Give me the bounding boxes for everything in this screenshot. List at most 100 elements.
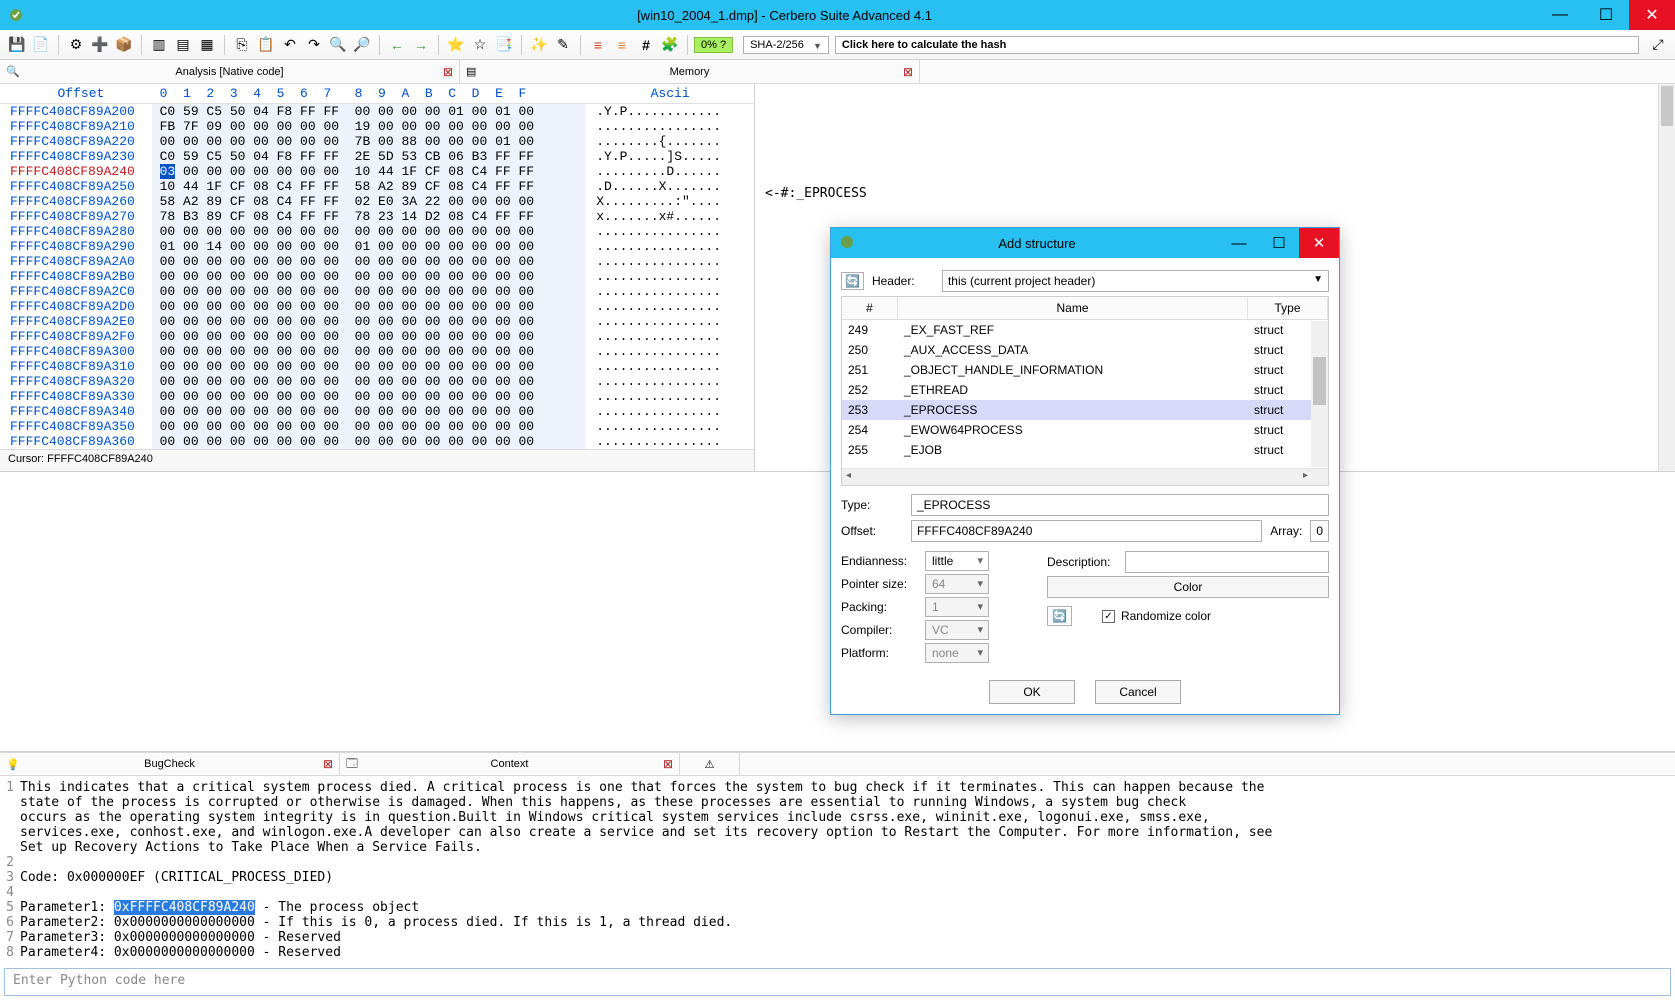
col-type[interactable]: Type bbox=[1248, 297, 1328, 319]
struct-row[interactable]: 252_ETHREADstruct bbox=[842, 380, 1328, 400]
hex-row[interactable]: FFFFC408CF89A330 00 00 00 00 00 00 00 00… bbox=[0, 389, 754, 404]
save-icon[interactable]: 💾 bbox=[6, 34, 28, 56]
struct-row[interactable]: 251_OBJECT_HANDLE_INFORMATIONstruct bbox=[842, 360, 1328, 380]
minimize-button[interactable]: — bbox=[1537, 0, 1583, 30]
hex-bytes[interactable]: 00 00 00 00 00 00 00 00 00 00 00 00 00 0… bbox=[152, 329, 586, 344]
desc-field[interactable] bbox=[1125, 551, 1329, 573]
struct-scrollbar[interactable] bbox=[1311, 321, 1328, 467]
tab-bugcheck[interactable]: 💡 BugCheck ⊠ bbox=[0, 753, 340, 775]
struct-row[interactable]: 255_EJOBstruct bbox=[842, 440, 1328, 460]
hex-row[interactable]: FFFFC408CF89A210 FB 7F 09 00 00 00 00 00… bbox=[0, 119, 754, 134]
hex-bytes[interactable]: 00 00 00 00 00 00 00 00 00 00 00 00 00 0… bbox=[152, 374, 586, 389]
tab-close-icon[interactable]: ⊠ bbox=[323, 757, 333, 771]
tab-analysis[interactable]: 🔍 Analysis [Native code] ⊠ bbox=[0, 60, 460, 83]
hex-row[interactable]: FFFFC408CF89A270 78 B3 89 CF 08 C4 FF FF… bbox=[0, 209, 754, 224]
hex-bytes[interactable]: 00 00 00 00 00 00 00 00 00 00 00 00 00 0… bbox=[152, 254, 586, 269]
tab-close-icon[interactable]: ⊠ bbox=[663, 757, 673, 771]
bookmark-add-icon[interactable]: ⭐ bbox=[445, 34, 467, 56]
hex-row[interactable]: FFFFC408CF89A350 00 00 00 00 00 00 00 00… bbox=[0, 419, 754, 434]
hex-row[interactable]: FFFFC408CF89A260 58 A2 89 CF 08 C4 FF FF… bbox=[0, 194, 754, 209]
offset-field[interactable]: FFFFC408CF89A240 bbox=[911, 520, 1262, 542]
dialog-close-button[interactable]: ✕ bbox=[1299, 228, 1339, 258]
hex-bytes[interactable]: 10 44 1F CF 08 C4 FF FF 58 A2 89 CF 08 C… bbox=[152, 179, 586, 194]
hex-row[interactable]: FFFFC408CF89A2D0 00 00 00 00 00 00 00 00… bbox=[0, 299, 754, 314]
hex-bytes[interactable]: 01 00 14 00 00 00 00 00 01 00 00 00 00 0… bbox=[152, 239, 586, 254]
box-icon[interactable]: 📦 bbox=[113, 34, 135, 56]
hex-row[interactable]: FFFFC408CF89A2A0 00 00 00 00 00 00 00 00… bbox=[0, 254, 754, 269]
hash-icon[interactable]: # bbox=[635, 34, 657, 56]
hex-bytes[interactable]: 00 00 00 00 00 00 00 00 00 00 00 00 00 0… bbox=[152, 434, 586, 449]
dialog-minimize-button[interactable]: — bbox=[1219, 228, 1259, 258]
hex-bytes[interactable]: 00 00 00 00 00 00 00 00 00 00 00 00 00 0… bbox=[152, 389, 586, 404]
pencil-icon[interactable]: ✎ bbox=[552, 34, 574, 56]
vertical-scrollbar[interactable] bbox=[1658, 84, 1675, 471]
hex-bytes[interactable]: 00 00 00 00 00 00 00 00 00 00 00 00 00 0… bbox=[152, 404, 586, 419]
header-select[interactable]: this (current project header) ▼ bbox=[942, 270, 1329, 292]
undo-icon[interactable]: ↶ bbox=[279, 34, 301, 56]
struct-hscrollbar[interactable] bbox=[842, 468, 1328, 485]
hex-row[interactable]: FFFFC408CF89A340 00 00 00 00 00 00 00 00… bbox=[0, 404, 754, 419]
nav-back-icon[interactable]: ← bbox=[386, 34, 408, 56]
hex-bytes[interactable]: 78 B3 89 CF 08 C4 FF FF 78 23 14 D2 08 C… bbox=[152, 209, 586, 224]
hex-bytes[interactable]: 58 A2 89 CF 08 C4 FF FF 02 E0 3A 22 00 0… bbox=[152, 194, 586, 209]
ok-button[interactable]: OK bbox=[989, 680, 1075, 704]
hex-row[interactable]: FFFFC408CF89A2E0 00 00 00 00 00 00 00 00… bbox=[0, 314, 754, 329]
col-name[interactable]: Name bbox=[898, 297, 1248, 319]
hex-bytes[interactable]: 00 00 00 00 00 00 00 00 7B 00 88 00 00 0… bbox=[152, 134, 586, 149]
randomize-color-check[interactable]: ✓ Randomize color bbox=[1102, 609, 1211, 623]
close-button[interactable]: ✕ bbox=[1629, 0, 1675, 30]
gear-icon[interactable]: ⚙ bbox=[65, 34, 87, 56]
python-input[interactable]: Enter Python code here bbox=[4, 968, 1671, 996]
array-field[interactable]: 0 bbox=[1310, 520, 1329, 542]
hex-row[interactable]: FFFFC408CF89A2B0 00 00 00 00 00 00 00 00… bbox=[0, 269, 754, 284]
tab-close-icon[interactable]: ⊠ bbox=[903, 65, 913, 79]
hex-row[interactable]: FFFFC408CF89A360 00 00 00 00 00 00 00 00… bbox=[0, 434, 754, 449]
hex-bytes[interactable]: 00 00 00 00 00 00 00 00 00 00 00 00 00 0… bbox=[152, 299, 586, 314]
hash-algo-select[interactable]: SHA-2/256 bbox=[743, 36, 829, 54]
struct-row[interactable]: 249_EX_FAST_REFstruct bbox=[842, 320, 1328, 340]
hex-bytes[interactable]: 00 00 00 00 00 00 00 00 00 00 00 00 00 0… bbox=[152, 314, 586, 329]
tab-close-icon[interactable]: ⊠ bbox=[443, 65, 453, 79]
hex-bytes[interactable]: 00 00 00 00 00 00 00 00 00 00 00 00 00 0… bbox=[152, 419, 586, 434]
document-icon[interactable]: 📄 bbox=[30, 34, 52, 56]
hex-row[interactable]: FFFFC408CF89A200 C0 59 C5 50 04 F8 FF FF… bbox=[0, 104, 754, 119]
struct-row[interactable]: 250_AUX_ACCESS_DATAstruct bbox=[842, 340, 1328, 360]
refresh-icon[interactable]: 🔄 bbox=[841, 272, 864, 290]
hex-row[interactable]: FFFFC408CF89A2F0 00 00 00 00 00 00 00 00… bbox=[0, 329, 754, 344]
refresh-color-icon[interactable]: 🔄 bbox=[1047, 606, 1072, 626]
endian-select[interactable]: little bbox=[925, 551, 989, 571]
panel-bottom-icon[interactable]: ▦ bbox=[196, 34, 218, 56]
panel-left-icon[interactable]: ▥ bbox=[148, 34, 170, 56]
box-add-icon[interactable]: ➕ bbox=[89, 34, 111, 56]
hex-row[interactable]: FFFFC408CF89A230 C0 59 C5 50 04 F8 FF FF… bbox=[0, 149, 754, 164]
col-index[interactable]: # bbox=[842, 297, 898, 319]
panel-right-icon[interactable]: ▤ bbox=[172, 34, 194, 56]
bars-red-icon[interactable]: ≡ bbox=[587, 34, 609, 56]
hex-bytes[interactable]: 00 00 00 00 00 00 00 00 00 00 00 00 00 0… bbox=[152, 359, 586, 374]
color-button[interactable]: Color bbox=[1047, 576, 1329, 598]
hex-bytes[interactable]: 00 00 00 00 00 00 00 00 00 00 00 00 00 0… bbox=[152, 344, 586, 359]
hash-field[interactable]: Click here to calculate the hash bbox=[835, 36, 1639, 54]
hex-row[interactable]: FFFFC408CF89A2C0 00 00 00 00 00 00 00 00… bbox=[0, 284, 754, 299]
struct-row[interactable]: 253_EPROCESSstruct bbox=[842, 400, 1328, 420]
dialog-maximize-button[interactable]: ☐ bbox=[1259, 228, 1299, 258]
type-field[interactable]: _EPROCESS bbox=[911, 494, 1329, 516]
hex-bytes[interactable]: 03 00 00 00 00 00 00 00 10 44 1F CF 08 C… bbox=[152, 164, 586, 179]
bars-orange-icon[interactable]: ≡ bbox=[611, 34, 633, 56]
hex-bytes[interactable]: 00 00 00 00 00 00 00 00 00 00 00 00 00 0… bbox=[152, 284, 586, 299]
bookmark-del-icon[interactable]: ☆ bbox=[469, 34, 491, 56]
hex-row[interactable]: FFFFC408CF89A240 03 00 00 00 00 00 00 00… bbox=[0, 164, 754, 179]
find-icon[interactable]: 🔍 bbox=[327, 34, 349, 56]
maximize-button[interactable]: ☐ bbox=[1583, 0, 1629, 30]
hex-bytes[interactable]: C0 59 C5 50 04 F8 FF FF 2E 5D 53 CB 06 B… bbox=[152, 149, 586, 164]
hex-row[interactable]: FFFFC408CF89A300 00 00 00 00 00 00 00 00… bbox=[0, 344, 754, 359]
hex-bytes[interactable]: FB 7F 09 00 00 00 00 00 19 00 00 00 00 0… bbox=[152, 119, 586, 134]
tab-context[interactable]: 🗔 Context ⊠ bbox=[340, 753, 680, 775]
redo-icon[interactable]: ↷ bbox=[303, 34, 325, 56]
hex-row[interactable]: FFFFC408CF89A290 01 00 14 00 00 00 00 00… bbox=[0, 239, 754, 254]
struct-row[interactable]: 254_EWOW64PROCESSstruct bbox=[842, 420, 1328, 440]
paste-icon[interactable]: 📋 bbox=[255, 34, 277, 56]
progress-badge[interactable]: 0% ? bbox=[694, 37, 733, 53]
tab-memory[interactable]: ▤ Memory ⊠ bbox=[460, 60, 920, 83]
wand-icon[interactable]: ✨ bbox=[528, 34, 550, 56]
